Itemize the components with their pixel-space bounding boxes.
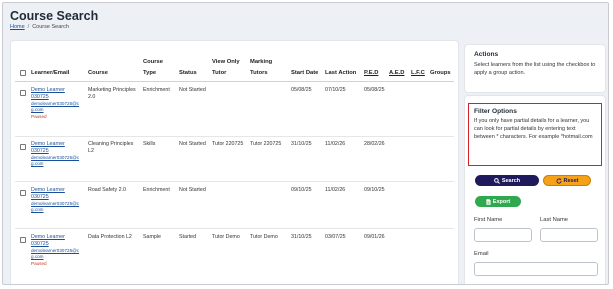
row-checkbox[interactable] — [20, 144, 26, 150]
start-date-cell: 31/10/25 — [291, 234, 312, 240]
header-divider — [15, 81, 454, 82]
actions-help-text: Select learners from the list using the … — [474, 62, 596, 76]
export-button[interactable]: Export — [475, 196, 521, 207]
learner-email-link[interactable]: demolearner030725@c g.com — [31, 201, 79, 213]
start-date-cell: 09/10/25 — [291, 187, 312, 193]
header-status[interactable]: Status — [179, 70, 197, 77]
row-checkbox[interactable] — [20, 237, 26, 243]
header-course[interactable]: Course — [88, 70, 108, 77]
row-checkbox[interactable] — [20, 190, 26, 196]
marking-tutors-cell: Tutor 220725 — [250, 141, 282, 147]
learner-cell: Demo Learner 030725 demolearner030725@c g.… — [31, 141, 79, 167]
learner-name-link[interactable]: Demo Learner 030725 — [31, 187, 79, 201]
filter-info-highlight: Filter Options If you only have partial … — [468, 103, 602, 166]
learner-name-link[interactable]: Demo Learner 030725 — [31, 234, 79, 248]
header-groups[interactable]: Groups — [430, 70, 451, 77]
first-name-input[interactable] — [474, 228, 532, 242]
ped-cell: 09/01/26 — [364, 234, 385, 240]
actions-title: Actions — [474, 51, 499, 58]
header-marking-line2: Tutors — [250, 70, 268, 76]
last-name-label: Last Name — [540, 217, 569, 223]
last-name-input[interactable] — [540, 228, 598, 242]
breadcrumb: Home / Course Search — [10, 24, 69, 30]
ped-cell: 05/08/25 — [364, 87, 385, 93]
learner-email-link[interactable]: demolearner030725@c g.com — [31, 248, 79, 260]
row-divider — [15, 228, 454, 229]
search-icon — [493, 177, 500, 184]
filter-options-panel: Filter Options If you only have partial … — [465, 96, 605, 284]
course-type-cell: Enrichment — [143, 187, 170, 193]
header-learner-email[interactable]: Learner/Email — [31, 70, 69, 77]
marking-tutors-cell: Tutor Demo — [250, 234, 278, 240]
status-cell: Started — [179, 234, 197, 240]
status-cell: Not Started — [179, 187, 206, 193]
course-type-cell: Sample — [143, 234, 161, 240]
results-table-panel: Learner/Email Course Course Type Status … — [11, 41, 458, 284]
first-name-label: First Name — [474, 217, 503, 223]
ped-cell: 28/02/26 — [364, 141, 385, 147]
learner-email-link[interactable]: demolearner030725@c g.com — [31, 155, 79, 167]
learner-cell: Demo Learner 030725 demolearner030725@c g.… — [31, 187, 79, 213]
header-last-action[interactable]: Last Action — [325, 70, 356, 77]
learner-email-link[interactable]: demolearner030725@c g.com — [31, 101, 79, 113]
header-course-type-line1: Course — [143, 59, 163, 65]
header-marking-tutors[interactable]: Marking Tutors — [250, 59, 272, 77]
last-action-cell: 03/07/25 — [325, 234, 346, 240]
course-type-cell: Skills — [143, 141, 156, 147]
reset-button[interactable]: Reset — [543, 175, 591, 186]
header-aed[interactable]: A.E.D — [389, 70, 404, 77]
app-frame: Course Search Home / Course Search Learner… — [2, 2, 609, 285]
course-cell: Cleaning Principles L2 — [88, 141, 134, 154]
learner-cell: Demo Learner 030725 demolearner030725@c g.… — [31, 87, 79, 120]
course-cell: Marketing Principles 2.0 — [88, 87, 136, 100]
row-checkbox[interactable] — [20, 90, 26, 96]
paused-flag: Paused — [31, 261, 47, 266]
refresh-icon — [555, 177, 562, 184]
course-cell: Data Protection L2 — [88, 234, 132, 240]
last-action-cell: 11/02/26 — [325, 187, 346, 193]
actions-panel: Actions Select learners from the list us… — [465, 45, 605, 92]
header-view-only-line1: View Only — [212, 59, 240, 65]
view-only-tutor-cell: Tutor 220725 — [212, 141, 244, 147]
header-marking-line1: Marking — [250, 59, 273, 65]
select-all-checkbox[interactable] — [20, 70, 26, 76]
start-date-cell: 05/08/25 — [291, 87, 312, 93]
learner-cell: Demo Learner 030725 demolearner030725@c g.… — [31, 234, 79, 267]
breadcrumb-separator: / — [27, 24, 30, 30]
header-lfc[interactable]: L.F.C — [411, 70, 425, 77]
reset-button-label: Reset — [563, 177, 579, 184]
header-course-type-line2: Type — [143, 70, 157, 76]
status-cell: Not Started — [179, 87, 206, 93]
header-ped[interactable]: P.E.D — [364, 70, 378, 77]
filter-options-title: Filter Options — [474, 108, 517, 115]
header-course-type[interactable]: Course Type — [143, 59, 163, 77]
page-title: Course Search — [10, 9, 99, 23]
course-type-cell: Enrichment — [143, 87, 170, 93]
row-divider — [15, 136, 454, 137]
header-view-only-line2: Tutor — [212, 70, 227, 76]
header-start-date[interactable]: Start Date — [291, 70, 318, 77]
header-view-only-tutor[interactable]: View Only Tutor — [212, 59, 240, 77]
email-label: Email — [474, 251, 489, 257]
search-button-label: Search — [501, 177, 521, 184]
paused-flag: Paused — [31, 114, 47, 119]
file-export-icon — [486, 198, 491, 205]
breadcrumb-home-link[interactable]: Home — [10, 24, 25, 30]
last-action-cell: 11/02/26 — [325, 141, 346, 147]
search-button[interactable]: Search — [475, 175, 539, 186]
ped-cell: 09/10/25 — [364, 187, 385, 193]
status-cell: Not Started — [179, 141, 206, 147]
filter-help-text: If you only have partial details for a l… — [474, 118, 593, 140]
start-date-cell: 31/10/25 — [291, 141, 312, 147]
learner-name-link[interactable]: Demo Learner 030725 — [31, 141, 79, 155]
course-cell: Road Safety 2.0 — [88, 187, 126, 193]
email-input[interactable] — [474, 262, 598, 276]
last-action-cell: 07/10/25 — [325, 87, 346, 93]
breadcrumb-current: Course Search — [32, 24, 69, 30]
row-divider — [15, 181, 454, 182]
view-only-tutor-cell: Tutor Demo — [212, 234, 240, 240]
export-button-label: Export — [492, 198, 511, 205]
learner-name-link[interactable]: Demo Learner 030725 — [31, 87, 79, 101]
